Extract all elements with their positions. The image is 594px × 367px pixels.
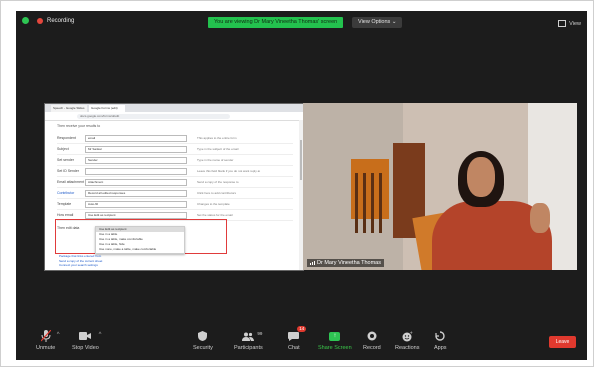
background-railing: [355, 173, 358, 233]
form-link[interactable]: Package that links entered from: [59, 254, 102, 259]
zoom-window: Recording You are viewing Dr Mary Vineet…: [16, 11, 587, 360]
view-button[interactable]: View: [558, 20, 581, 27]
form-input[interactable]: Attachment: [85, 178, 187, 186]
form-description: This applies to the entire form: [197, 136, 237, 140]
url-field[interactable]: docs.google.com/forms/d/edit: [77, 113, 230, 119]
form-input[interactable]: [85, 167, 187, 175]
form-input[interactable]: Mr Sankar: [85, 145, 187, 153]
form-row: Subject Mr Sankar Type in the subject of…: [57, 144, 293, 155]
svg-text:+: +: [409, 331, 412, 335]
apps-icon: [435, 329, 445, 343]
meeting-controls: ^ Unmute ^ Stop Video Security 99 Partic…: [16, 326, 587, 360]
recording-label: Recording: [47, 17, 75, 24]
view-options-button[interactable]: View Options ⌄: [352, 17, 403, 28]
scrollbar-thumb[interactable]: [300, 140, 302, 180]
participant-name-tag: Dr Mary Vineetha Thomas: [307, 259, 384, 267]
form-description: Leave this field blank if you do not wan…: [197, 169, 261, 173]
form-description: Click here to add contributors: [197, 191, 237, 195]
microphone-muted-icon: ^: [40, 329, 60, 343]
participants-button[interactable]: 99 Participants: [234, 329, 263, 351]
share-screen-button[interactable]: ↑ Share Screen: [318, 329, 352, 351]
stop-video-button[interactable]: ^ Stop Video: [72, 329, 101, 351]
form-row: Set ID Sender Leave this field blank if …: [57, 166, 293, 177]
form-description: Set the status for the email: [197, 213, 233, 217]
form-description: Type in the name of sender: [197, 158, 234, 162]
browser-tab-active[interactable]: Google Forms (edit): [89, 105, 125, 112]
form-row: Respondent email This applies to the ent…: [57, 133, 293, 144]
form-input[interactable]: Sender: [85, 156, 187, 164]
participants-label: Participants: [234, 345, 263, 351]
form-row: Set sender Sender Type in the name of se…: [57, 155, 293, 166]
form-label: How email: [57, 213, 74, 217]
form-select[interactable]: Use Edit as recipient: [85, 211, 187, 219]
unmute-label: Unmute: [36, 345, 56, 351]
presenter-hand: [530, 203, 550, 233]
form-row: Email attachment Attachment Send a copy …: [57, 177, 293, 188]
participant-name: Dr Mary Vineetha Thomas: [317, 260, 381, 266]
presenter: [412, 143, 568, 270]
form-label-link[interactable]: Contributor: [57, 191, 85, 195]
form-label: Email attachment: [57, 180, 85, 184]
presenter-face: [467, 157, 495, 197]
chevron-up-icon[interactable]: ^: [57, 332, 60, 338]
participants-icon: 99: [242, 329, 262, 343]
record-icon: [367, 329, 377, 343]
stop-video-label: Stop Video: [72, 345, 99, 351]
form-label: Set sender: [57, 158, 74, 162]
form-description: Type in the subject of the email: [197, 147, 239, 151]
participant-video[interactable]: Dr Mary Vineetha Thomas: [303, 103, 577, 270]
chat-bubble-icon: 14: [288, 326, 307, 343]
top-bar: Recording You are viewing Dr Mary Vineet…: [16, 11, 587, 33]
chat-label: Chat: [288, 345, 300, 351]
apps-button[interactable]: Apps: [434, 329, 447, 351]
chevron-up-icon[interactable]: ^: [99, 332, 102, 338]
dropdown-menu[interactable]: Use Edit as recipient Use in a table Use…: [95, 226, 185, 254]
participants-count: 99: [257, 331, 263, 336]
smiley-plus-icon: +: [402, 329, 413, 343]
share-screen-label: Share Screen: [318, 345, 352, 351]
form-description: Send a copy of the response to: [197, 180, 239, 184]
form-input[interactable]: email: [85, 134, 187, 142]
form-input[interactable]: Record all edited responses: [85, 189, 187, 197]
video-camera-icon: ^: [79, 329, 101, 343]
shield-icon: [198, 329, 208, 343]
form-description: Changes to the template: [197, 202, 230, 206]
shared-screen[interactable]: Speech - Google Slides Google Forms (edi…: [44, 103, 304, 271]
viewing-screen-banner: You are viewing Dr Mary Vineetha Thomas'…: [208, 17, 344, 28]
share-screen-icon: ↑: [329, 329, 341, 343]
unmute-button[interactable]: ^ Unmute: [36, 329, 60, 351]
record-button[interactable]: Record: [363, 329, 381, 351]
view-label: View: [569, 20, 581, 27]
form-input[interactable]: Auto-fill: [85, 200, 187, 208]
browser-tab-strip: Speech - Google Slides Google Forms (edi…: [45, 104, 303, 112]
form-label: Respondent: [57, 136, 76, 140]
apps-label: Apps: [434, 345, 447, 351]
browser-tab[interactable]: Speech - Google Slides: [51, 105, 87, 112]
form-label: Template: [57, 202, 72, 206]
security-shield-icon[interactable]: [22, 17, 29, 24]
leave-button[interactable]: Leave: [549, 336, 576, 348]
reactions-button[interactable]: + Reactions: [395, 329, 420, 352]
dropdown-option[interactable]: Use none, make a table, make comfortable: [96, 247, 184, 252]
form-row: Contributor Record all edited responses …: [57, 188, 293, 199]
form-links: Package that links entered from Send a c…: [59, 254, 102, 268]
security-label: Security: [193, 345, 213, 351]
form-row: Template Auto-fill Changes to the templa…: [57, 199, 293, 210]
recording-dot-icon: [37, 17, 43, 24]
share-arrow-icon: ↑: [329, 331, 341, 341]
browser-address-bar: docs.google.com/forms/d/edit: [45, 112, 303, 121]
chat-badge: 14: [297, 326, 307, 332]
view-grid-icon: [558, 20, 567, 27]
signal-bars-icon: [310, 261, 315, 265]
reactions-label: Reactions: [395, 345, 420, 351]
form-label: Set ID Sender: [57, 169, 79, 173]
form-label: Subject: [57, 147, 69, 151]
form-link[interactable]: Connect your search settings: [59, 263, 102, 268]
recording-indicator: Recording: [22, 17, 74, 24]
security-button[interactable]: Security: [193, 329, 213, 351]
record-label: Record: [363, 345, 381, 351]
chat-button[interactable]: 14 Chat: [288, 326, 307, 351]
